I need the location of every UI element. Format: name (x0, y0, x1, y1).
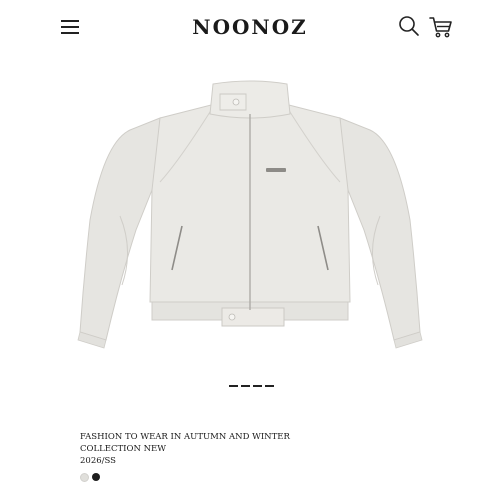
slide-dot[interactable] (265, 385, 274, 387)
search-icon[interactable] (398, 15, 422, 39)
product-caption: FASHION TO WEAR IN AUTUMN AND WINTER COL… (80, 431, 290, 467)
product-title-line2: COLLECTION NEW (80, 444, 166, 454)
slide-dot[interactable] (229, 385, 238, 387)
slide-dot[interactable] (253, 385, 262, 387)
product-title-line1: FASHION TO WEAR IN AUTUMN AND WINTER (80, 432, 290, 442)
shopping-cart-icon[interactable] (429, 15, 453, 39)
product-season: 2026/SS (80, 456, 116, 466)
product-image[interactable] (60, 70, 440, 370)
color-swatch-light-grey[interactable] (80, 473, 89, 482)
slide-dot[interactable] (241, 385, 250, 387)
color-swatch-black[interactable] (92, 473, 100, 481)
top-nav-bar: NOONOZ (0, 0, 500, 58)
brand-logo[interactable]: NOONOZ (0, 15, 500, 39)
